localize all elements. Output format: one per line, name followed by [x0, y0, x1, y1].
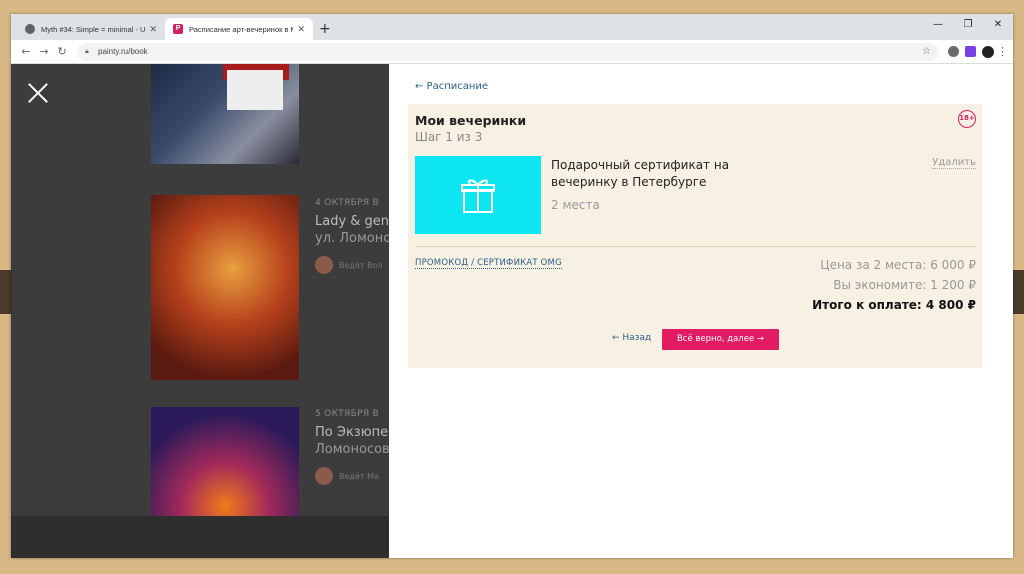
divider	[415, 246, 976, 247]
painty-favicon-icon: P	[173, 24, 183, 34]
house-shape	[227, 70, 283, 110]
schedule-back-link[interactable]: ← Расписание	[415, 81, 488, 92]
gift-icon	[461, 179, 495, 213]
avatar	[315, 467, 333, 485]
bookmark-star-icon[interactable]: ☆	[922, 46, 931, 57]
event-date: 5 ОКТЯБРЯ В	[315, 409, 380, 419]
event-host: Ведёт Ма	[315, 467, 389, 485]
extension-icon[interactable]	[948, 46, 959, 57]
tab-close-icon[interactable]: ✕	[297, 24, 305, 35]
host-name: Ведёт Ма	[339, 471, 379, 481]
age-rating-badge: 18+	[958, 110, 976, 128]
savings-line: Вы экономите: 1 200 ₽	[833, 278, 976, 292]
event-title: Lady & gen	[315, 214, 389, 229]
avatar	[315, 256, 333, 274]
host-name: Ведёт Вол	[339, 260, 383, 270]
event-address: Ломоносов	[315, 442, 389, 457]
event-thumbnail	[151, 407, 299, 517]
browser-window: Myth #34: Simple = minimal - U ✕ P Распи…	[11, 14, 1013, 558]
url-text: painty.ru/book	[98, 47, 148, 56]
tab-title: Myth #34: Simple = minimal - U	[41, 24, 146, 34]
confirm-next-button[interactable]: Всё верно, далее →	[662, 329, 779, 350]
tab-strip: Myth #34: Simple = minimal - U ✕ P Распи…	[11, 14, 1013, 40]
booking-panel: ← Расписание Мои вечеринки Шаг 1 из 3 18…	[389, 64, 1003, 558]
promo-code-link[interactable]: ПРОМОКОД / СЕРТИФИКАТ OMG	[415, 258, 562, 269]
back-button[interactable]: ← Назад	[612, 333, 651, 343]
product-title: Подарочный сертификат на вечеринку в Пет…	[551, 158, 730, 189]
event-thumbnail	[151, 195, 299, 380]
close-icon[interactable]	[27, 82, 49, 104]
page-content: 4 ОКТЯБРЯ В Lady & gen ул. Ломонос Ведёт…	[11, 64, 1013, 558]
menu-dots-icon[interactable]: ⋮	[997, 45, 1008, 58]
lock-icon: 🔒︎	[85, 47, 89, 55]
event-date: 4 ОКТЯБРЯ В	[315, 198, 380, 208]
window-controls: — ❐ ✕	[923, 14, 1013, 36]
forward-arrow-icon[interactable]: →	[35, 45, 53, 58]
reload-icon[interactable]: ↻	[53, 45, 71, 58]
close-window-button[interactable]: ✕	[983, 14, 1013, 36]
event-card: 4 ОКТЯБРЯ В Lady & gen ул. Ломонос Ведёт…	[315, 198, 389, 274]
total-line: Итого к оплате: 4 800 ₽	[812, 298, 976, 312]
step-indicator: Шаг 1 из 3	[415, 130, 483, 144]
profile-avatar-icon[interactable]	[982, 45, 994, 58]
event-address: ул. Ломонос	[315, 231, 389, 246]
remove-item-link[interactable]: Удалить	[932, 157, 976, 169]
order-summary-box: Мои вечеринки Шаг 1 из 3 18+ Подарочный …	[408, 104, 982, 368]
address-bar[interactable]: 🔒︎ painty.ru/book ☆	[77, 42, 939, 61]
minimize-button[interactable]: —	[923, 14, 953, 36]
dimmed-footer	[11, 516, 389, 558]
price-line: Цена за 2 места: 6 000 ₽	[820, 258, 976, 272]
gift-tile	[415, 156, 541, 234]
tab-close-icon[interactable]: ✕	[149, 24, 157, 35]
event-thumbnail	[151, 64, 299, 164]
event-title: По Экзюпе	[315, 425, 389, 440]
restore-button[interactable]: ❐	[953, 14, 983, 36]
tab-title: Расписание арт-вечеринок в М	[189, 24, 294, 34]
back-arrow-icon[interactable]: ←	[17, 45, 35, 58]
tab-painty[interactable]: P Расписание арт-вечеринок в М ✕	[165, 18, 313, 40]
new-tab-button[interactable]: +	[319, 18, 331, 40]
tab-myth[interactable]: Myth #34: Simple = minimal - U ✕	[17, 18, 165, 40]
event-card: 5 ОКТЯБРЯ В По Экзюпе Ломоносов Ведёт Ма	[315, 409, 389, 485]
browser-toolbar: ← → ↻ 🔒︎ painty.ru/book ☆ ⋮	[11, 40, 1013, 64]
panel-title: Мои вечеринки	[415, 113, 527, 128]
globe-icon	[25, 24, 35, 34]
dimmed-background[interactable]: 4 ОКТЯБРЯ В Lady & gen ул. Ломонос Ведёт…	[11, 64, 389, 558]
product-seats: 2 места	[551, 198, 600, 212]
extension-icon[interactable]	[965, 46, 976, 57]
event-host: Ведёт Вол	[315, 256, 389, 274]
